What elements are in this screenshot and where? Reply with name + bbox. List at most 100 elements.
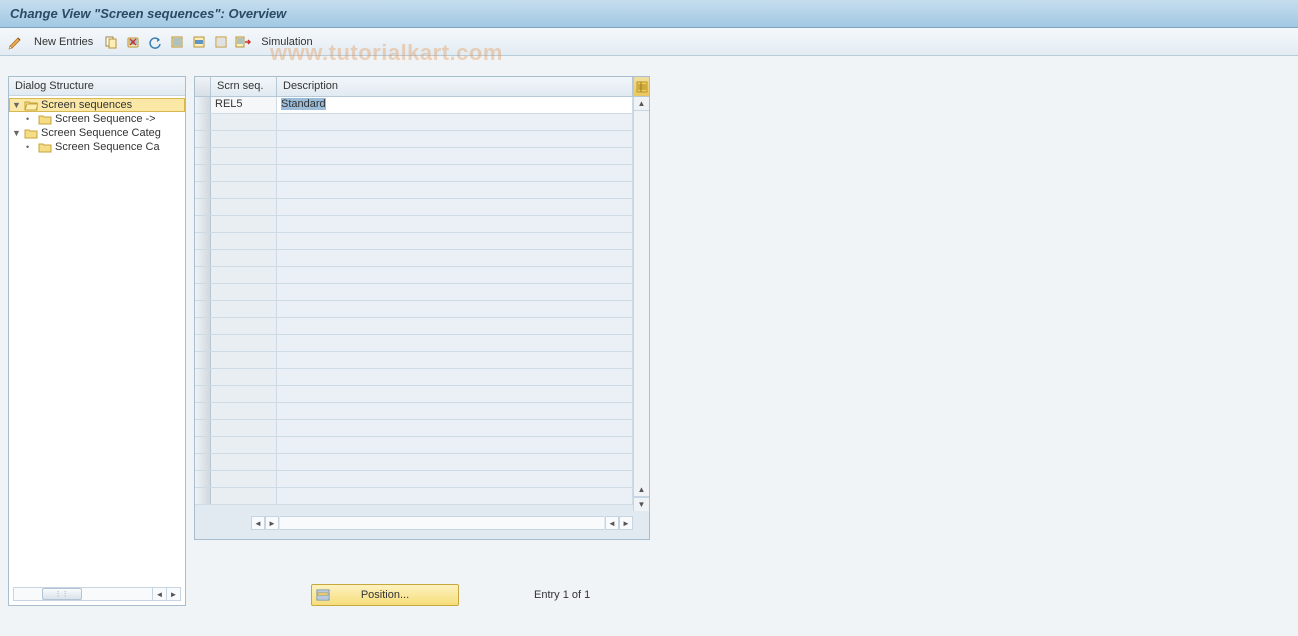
deselect-all-button[interactable]	[211, 32, 231, 52]
cell-empty[interactable]	[277, 471, 633, 487]
row-header[interactable]	[195, 284, 211, 300]
row-header[interactable]	[195, 386, 211, 402]
table-row-empty[interactable]	[195, 233, 633, 250]
scrollbar-track[interactable]: ⋮⋮	[14, 588, 152, 600]
cell-empty[interactable]	[277, 335, 633, 351]
cell-empty[interactable]	[211, 267, 277, 283]
cell-empty[interactable]	[211, 284, 277, 300]
row-header[interactable]	[195, 97, 211, 113]
cell-empty[interactable]	[277, 318, 633, 334]
row-header[interactable]	[195, 318, 211, 334]
row-header[interactable]	[195, 199, 211, 215]
row-header[interactable]	[195, 267, 211, 283]
table-row-empty[interactable]	[195, 471, 633, 488]
table-row-empty[interactable]	[195, 199, 633, 216]
cell-empty[interactable]	[211, 131, 277, 147]
cell-empty[interactable]	[211, 386, 277, 402]
scrollbar-track[interactable]	[280, 516, 604, 530]
cell-empty[interactable]	[211, 335, 277, 351]
cell-empty[interactable]	[211, 318, 277, 334]
cell-empty[interactable]	[277, 267, 633, 283]
cell-empty[interactable]	[211, 182, 277, 198]
toggle-change-mode-button[interactable]	[6, 32, 26, 52]
table-row-empty[interactable]	[195, 131, 633, 148]
row-header[interactable]	[195, 131, 211, 147]
scroll-right-icon[interactable]: ►	[265, 516, 279, 530]
cell-empty[interactable]	[211, 114, 277, 130]
cell-empty[interactable]	[277, 284, 633, 300]
cell-empty[interactable]	[277, 182, 633, 198]
cell-description[interactable]: Standard	[277, 97, 633, 113]
cell-empty[interactable]	[277, 114, 633, 130]
cell-empty[interactable]	[277, 454, 633, 470]
cell-empty[interactable]	[211, 471, 277, 487]
scroll-down-icon[interactable]: ▲	[634, 483, 649, 497]
grid-vertical-scrollbar[interactable]: ▲ ▲ ▼	[633, 97, 649, 511]
cell-empty[interactable]	[277, 301, 633, 317]
row-header[interactable]	[195, 335, 211, 351]
row-header[interactable]	[195, 454, 211, 470]
cell-scrn-seq[interactable]: REL5	[211, 97, 277, 113]
cell-empty[interactable]	[277, 199, 633, 215]
cell-empty[interactable]	[211, 420, 277, 436]
cell-empty[interactable]	[211, 216, 277, 232]
table-row-empty[interactable]	[195, 250, 633, 267]
scroll-right-icon[interactable]: ►	[166, 588, 180, 600]
table-row-empty[interactable]	[195, 403, 633, 420]
tree-item-screen-sequence-categ[interactable]: ▼ Screen Sequence Categ	[9, 126, 185, 140]
row-header[interactable]	[195, 420, 211, 436]
tree-horizontal-scrollbar[interactable]: ⋮⋮ ◄ ►	[13, 587, 181, 601]
cell-empty[interactable]	[211, 369, 277, 385]
cell-empty[interactable]	[277, 437, 633, 453]
table-row-empty[interactable]	[195, 318, 633, 335]
table-row-empty[interactable]	[195, 454, 633, 471]
undo-button[interactable]	[145, 32, 165, 52]
row-header[interactable]	[195, 369, 211, 385]
table-row-empty[interactable]	[195, 301, 633, 318]
table-row-empty[interactable]	[195, 369, 633, 386]
cell-empty[interactable]	[211, 352, 277, 368]
row-header[interactable]	[195, 488, 211, 504]
cell-empty[interactable]	[277, 352, 633, 368]
configure-button[interactable]	[233, 32, 253, 52]
row-header[interactable]	[195, 352, 211, 368]
cell-empty[interactable]	[277, 165, 633, 181]
table-row-empty[interactable]	[195, 114, 633, 131]
select-all-button[interactable]	[167, 32, 187, 52]
row-header[interactable]	[195, 301, 211, 317]
row-header[interactable]	[195, 165, 211, 181]
column-header-description[interactable]: Description	[277, 77, 633, 96]
cell-empty[interactable]	[277, 131, 633, 147]
cell-empty[interactable]	[211, 250, 277, 266]
scrollbar-thumb[interactable]: ⋮⋮	[42, 588, 82, 600]
cell-empty[interactable]	[211, 403, 277, 419]
cell-empty[interactable]	[277, 403, 633, 419]
cell-empty[interactable]	[211, 488, 277, 504]
cell-empty[interactable]	[211, 148, 277, 164]
row-header[interactable]	[195, 233, 211, 249]
scroll-left-icon[interactable]: ◄	[251, 516, 265, 530]
cell-empty[interactable]	[277, 420, 633, 436]
tree-item-screen-sequence-arrow[interactable]: • Screen Sequence ->	[9, 112, 185, 126]
tree-collapse-icon[interactable]: ▼	[12, 128, 22, 138]
cell-empty[interactable]	[277, 250, 633, 266]
cell-empty[interactable]	[211, 437, 277, 453]
delete-button[interactable]	[123, 32, 143, 52]
cell-empty[interactable]	[211, 301, 277, 317]
scroll-left-icon[interactable]: ◄	[605, 516, 619, 530]
cell-empty[interactable]	[277, 148, 633, 164]
scroll-left-icon[interactable]: ◄	[152, 588, 166, 600]
grid-horizontal-scrollbar[interactable]: ◄ ► ◄ ►	[211, 515, 633, 531]
scrollbar-track[interactable]	[634, 111, 649, 483]
cell-empty[interactable]	[277, 216, 633, 232]
position-button[interactable]: Position...	[311, 584, 459, 606]
row-header[interactable]	[195, 114, 211, 130]
scroll-down-icon[interactable]: ▼	[634, 497, 649, 511]
table-row-empty[interactable]	[195, 182, 633, 199]
tree-item-screen-sequence-ca[interactable]: • Screen Sequence Ca	[9, 140, 185, 154]
row-header[interactable]	[195, 216, 211, 232]
table-row-empty[interactable]	[195, 335, 633, 352]
grid-select-all-corner[interactable]	[195, 77, 211, 96]
table-row-empty[interactable]	[195, 352, 633, 369]
cell-empty[interactable]	[211, 199, 277, 215]
